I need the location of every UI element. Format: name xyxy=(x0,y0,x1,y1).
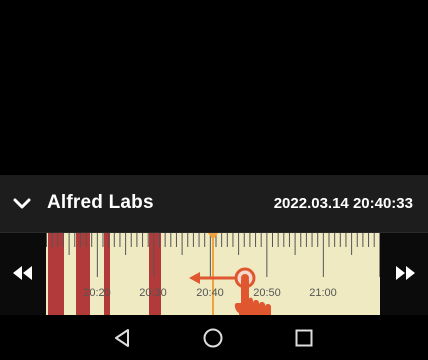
tick-label-2020: 20:20 xyxy=(83,287,111,299)
camera-header: Alfred Labs 2022.03.14 20:40:33 xyxy=(0,175,428,233)
recents-icon[interactable] xyxy=(293,327,315,349)
android-nav-bar xyxy=(0,315,428,360)
recorded-segment xyxy=(76,233,90,315)
tick-label-2030: 20:30 xyxy=(139,287,167,299)
current-timestamp: 2022.03.14 20:40:33 xyxy=(273,195,413,212)
recorded-segment xyxy=(48,233,64,315)
tick-label-2100: 21:00 xyxy=(309,287,337,299)
back-icon[interactable] xyxy=(111,327,133,349)
video-view[interactable] xyxy=(0,0,428,175)
rewind-icon[interactable] xyxy=(9,261,37,285)
fast-forward-icon[interactable] xyxy=(391,261,419,285)
home-icon[interactable] xyxy=(202,327,224,349)
chevron-down-icon[interactable] xyxy=(11,195,33,213)
camera-title[interactable]: Alfred Labs xyxy=(47,192,154,214)
